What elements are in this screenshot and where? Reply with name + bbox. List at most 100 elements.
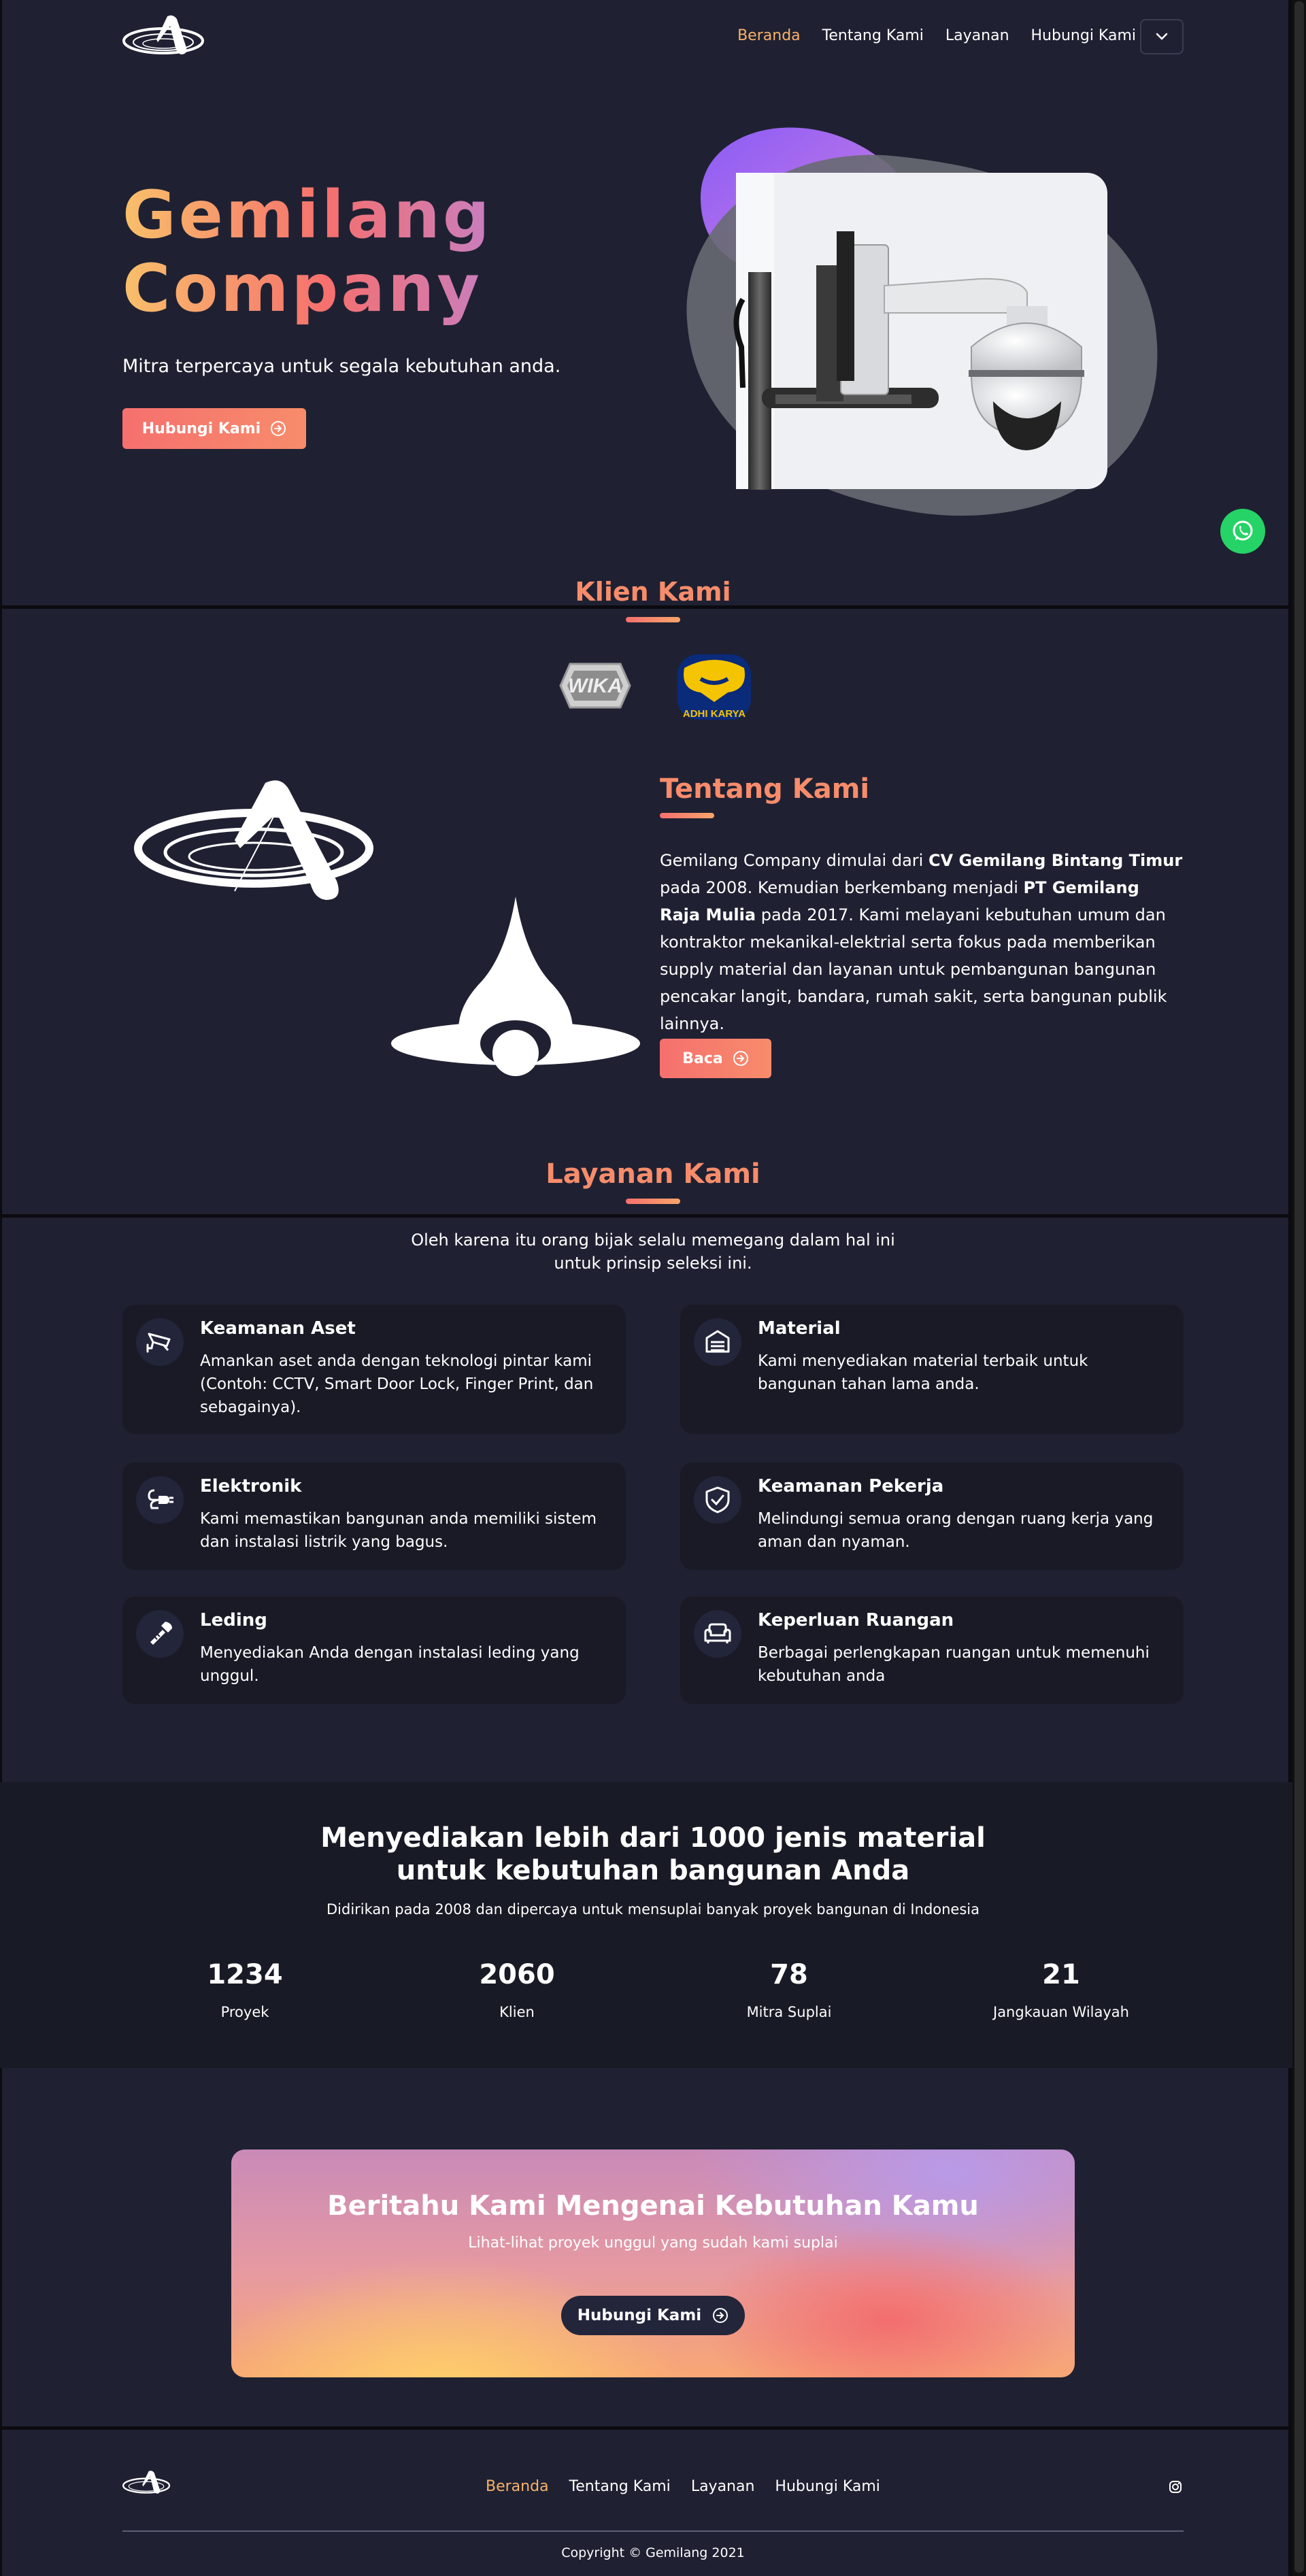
whatsapp-button[interactable] (1220, 509, 1265, 554)
service-description: Amankan aset anda dengan teknologi pinta… (200, 1352, 594, 1416)
client-logo-adhi-karya: ADHI KARYA (677, 654, 751, 720)
service-card-leding[interactable]: Leding Menyediakan Anda dengan instalasi… (122, 1596, 626, 1704)
read-more-button-label: Baca (682, 1050, 723, 1067)
title-underline (626, 617, 680, 622)
hero-title-line1: Gemilang (122, 177, 492, 253)
cta-contact-button-label: Hubungi Kami (577, 2307, 702, 2324)
stat-label: Klien (499, 2004, 535, 2020)
top-navbar: Beranda Tentang Kami Layanan Hubungi Kam… (122, 12, 1184, 60)
read-more-button[interactable]: Baca (660, 1039, 771, 1078)
service-title: Leding (200, 1610, 267, 1630)
stat-item: 1234 Proyek (143, 1959, 347, 2020)
services-title: Layanan Kami (546, 1158, 760, 1190)
title-underline (660, 813, 714, 818)
about-text-part: Gemilang Company dimulai dari (660, 851, 928, 870)
service-title: Keamanan Pekerja (758, 1476, 944, 1496)
hero-title: Gemilang Company (122, 178, 492, 325)
about-text-part: pada 2017. Kami melayani kebutuhan umum … (660, 905, 1167, 1033)
hero-contact-button-label: Hubungi Kami (141, 420, 261, 437)
stat-item: 21 Jangkauan Wilayah (959, 1959, 1163, 2020)
nav-link-tentang-kami[interactable]: Tentang Kami (822, 27, 924, 44)
footer-link-beranda[interactable]: Beranda (486, 2478, 549, 2495)
service-icon-wrap (694, 1318, 741, 1366)
nav-dropdown-button[interactable] (1140, 19, 1184, 54)
scrollbar[interactable] (1292, 0, 1306, 2576)
service-title: Material (758, 1318, 841, 1339)
stat-value: 21 (1042, 1959, 1080, 1990)
footer-link-tentang-kami[interactable]: Tentang Kami (569, 2478, 671, 2495)
stat-value: 1234 (207, 1959, 283, 1990)
services-intro-line2: untuk prinsip seleksi ini. (554, 1254, 752, 1273)
service-description: Menyediakan Anda dengan instalasi leding… (200, 1644, 580, 1685)
service-icon-wrap (136, 1476, 184, 1524)
scrollbar-thumb[interactable] (1294, 1, 1304, 2573)
about-text-part: pada 2008. Kemudian berkembang menjadi (660, 878, 1024, 897)
nav-link-layanan[interactable]: Layanan (945, 27, 1009, 44)
client-logo-wika-text: WIKA (568, 675, 622, 697)
about-title: Tentang Kami (660, 773, 870, 805)
plug-icon (148, 1489, 173, 1509)
nav-links: Beranda Tentang Kami Layanan Hubungi Kam… (737, 27, 1136, 44)
arrow-circle-right-icon (713, 2308, 729, 2323)
service-icon-wrap (136, 1610, 184, 1658)
client-logo-adhi-karya-text: ADHI KARYA (683, 708, 746, 720)
about-text-bold: CV Gemilang Bintang Timur (928, 851, 1183, 870)
section-divider (0, 2426, 1292, 2430)
footer-logo[interactable] (122, 2468, 174, 2498)
service-description: Berbagai perlengkapan ruangan untuk meme… (758, 1644, 1150, 1685)
hero-subtitle: Mitra terpercaya untuk segala kebutuhan … (122, 356, 561, 377)
stat-label: Proyek (220, 2004, 269, 2020)
hero-illustration (686, 127, 1158, 516)
hero-title-line2: Company (122, 250, 482, 327)
stats-title-line1: Menyediakan lebih dari 1000 jenis materi… (320, 1822, 986, 1854)
service-description: Kami menyediakan material terbaik untuk … (758, 1352, 1088, 1393)
stat-item: 2060 Klien (415, 1959, 619, 2020)
service-title: Keperluan Ruangan (758, 1610, 954, 1630)
services-intro: Oleh karena itu orang bijak selalu memeg… (381, 1228, 925, 1275)
sofa-icon (704, 1623, 731, 1643)
footer-link-hubungi-kami[interactable]: Hubungi Kami (775, 2478, 880, 2495)
shield-check-icon (705, 1486, 730, 1513)
about-logo-small (134, 780, 373, 900)
service-card-keperluan-ruangan[interactable]: Keperluan Ruangan Berbagai perlengkapan … (680, 1596, 1184, 1704)
services-intro-line1: Oleh karena itu orang bijak selalu memeg… (411, 1231, 895, 1250)
arrow-circle-right-icon (733, 1051, 748, 1066)
about-paragraph: Gemilang Company dimulai dari CV Gemilan… (660, 847, 1184, 1037)
stat-label: Mitra Suplai (746, 2004, 832, 2020)
service-card-keamanan-aset[interactable]: Keamanan Aset Amankan aset anda dengan t… (122, 1305, 626, 1434)
arrow-circle-right-icon (271, 421, 286, 436)
stats-title-line2: untuk kebutuhan bangunan Anda (396, 1855, 910, 1886)
nav-link-beranda[interactable]: Beranda (737, 27, 801, 44)
whatsapp-icon (1233, 520, 1253, 541)
wrench-icon (150, 1622, 172, 1645)
service-icon-wrap (694, 1610, 741, 1658)
service-card-material[interactable]: Material Kami menyediakan material terba… (680, 1305, 1184, 1434)
title-underline (626, 1199, 680, 1204)
about-logo-flame (391, 897, 640, 1076)
client-logo-wika: WIKA (559, 663, 631, 709)
cta-title: Beritahu Kami Mengenai Kebutuhan Kamu (327, 2190, 979, 2222)
clients-title: Klien Kami (575, 577, 731, 607)
copyright-text: Copyright © Gemilang 2021 (561, 2545, 745, 2560)
instagram-icon[interactable] (1169, 2480, 1182, 2494)
service-card-elektronik[interactable]: Elektronik Kami memastikan bangunan anda… (122, 1462, 626, 1570)
stats-title: Menyediakan lebih dari 1000 jenis materi… (313, 1822, 993, 1887)
stat-value: 78 (770, 1959, 808, 1990)
cta-banner: Beritahu Kami Mengenai Kebutuhan Kamu Li… (231, 2150, 1075, 2377)
warehouse-icon (705, 1330, 730, 1353)
service-description: Kami memastikan bangunan anda memiliki s… (200, 1510, 597, 1551)
service-title: Keamanan Aset (200, 1318, 356, 1339)
company-logo[interactable] (122, 12, 211, 60)
footer-links: Beranda Tentang Kami Layanan Hubungi Kam… (486, 2478, 880, 2495)
stat-value: 2060 (479, 1959, 555, 1990)
hero-contact-button[interactable]: Hubungi Kami (122, 408, 306, 449)
section-divider (0, 1214, 1292, 1218)
stat-label: Jangkauan Wilayah (993, 2004, 1129, 2020)
service-description: Melindungi semua orang dengan ruang kerj… (758, 1510, 1154, 1551)
service-icon-wrap (694, 1476, 741, 1524)
cta-contact-button[interactable]: Hubungi Kami (561, 2296, 745, 2335)
service-icon-wrap (136, 1318, 184, 1366)
service-card-keamanan-pekerja[interactable]: Keamanan Pekerja Melindungi semua orang … (680, 1462, 1184, 1570)
nav-link-hubungi-kami[interactable]: Hubungi Kami (1031, 27, 1136, 44)
footer-link-layanan[interactable]: Layanan (691, 2478, 755, 2495)
